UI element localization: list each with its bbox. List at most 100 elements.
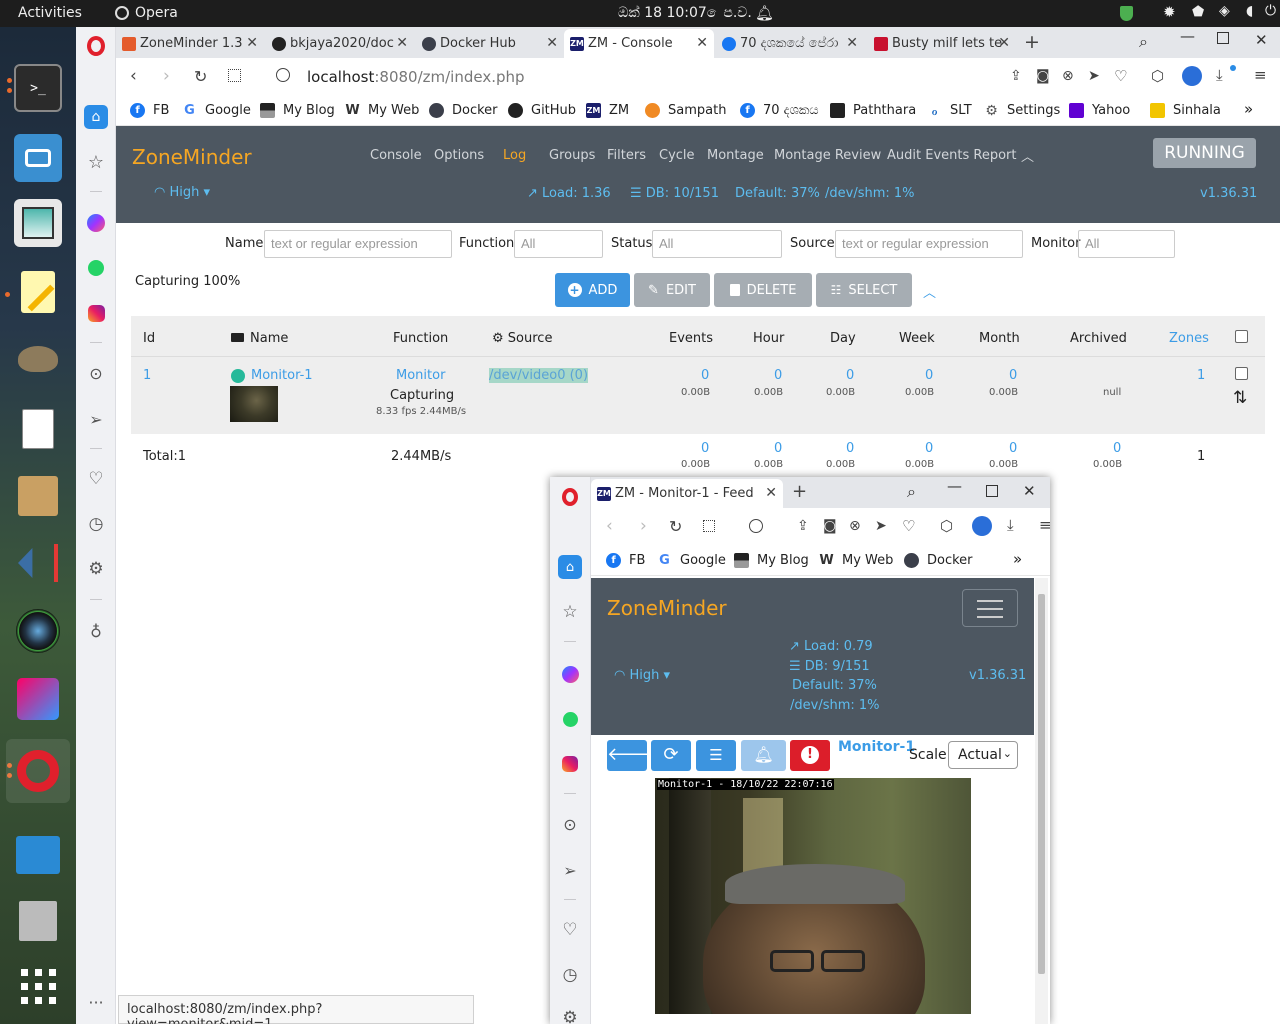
tab-zoneminder[interactable]: ZoneMinder 1.3 ✕ <box>116 29 264 58</box>
share-icon[interactable]: ⇪ <box>1010 68 1022 84</box>
collapse-chevron-up-icon[interactable]: ︿ <box>1021 146 1034 165</box>
nav-log[interactable]: Log <box>503 148 526 163</box>
monitor-name-link[interactable]: Monitor-1 <box>251 368 313 383</box>
restore-icon[interactable] <box>1217 32 1229 44</box>
player-icon[interactable]: ⊙ <box>558 812 582 836</box>
bookmark-google[interactable]: G Google <box>182 103 251 118</box>
home-icon[interactable]: ⌂ <box>558 555 582 579</box>
close-window-icon[interactable]: ✕ <box>1023 482 1036 500</box>
day-count[interactable]: 0 <box>846 368 854 383</box>
bookmark-my-blog[interactable]: My Blog <box>734 553 809 568</box>
tab-close-icon[interactable]: ✕ <box>546 35 558 51</box>
live-video-feed[interactable]: Monitor-1 - 18/10/22 22:07:16 <box>655 778 971 1014</box>
files-icon[interactable] <box>14 831 62 879</box>
bookmark-heart-icon[interactable]: ♡ <box>902 517 915 535</box>
filter-status-select[interactable]: All <box>652 230 782 258</box>
notes-icon[interactable] <box>14 405 62 453</box>
easy-setup-icon[interactable]: ≡ <box>1039 516 1052 534</box>
col-source[interactable]: ⚙ Source <box>492 331 552 346</box>
nav-cycle[interactable]: Cycle <box>659 148 695 163</box>
send-to-icon[interactable]: ➤ <box>875 518 887 534</box>
reload-icon[interactable]: ↻ <box>669 517 682 536</box>
messenger-icon[interactable] <box>558 662 582 686</box>
volume-icon[interactable]: ◖ <box>1246 3 1253 19</box>
col-archived[interactable]: Archived <box>1070 331 1127 346</box>
col-month[interactable]: Month <box>979 331 1020 346</box>
minimize-icon[interactable]: — <box>947 477 962 495</box>
bookmark-70-dashakaya[interactable]: f 70 දශකය <box>740 103 819 118</box>
history-clock-icon[interactable]: ◷ <box>84 512 108 536</box>
site-info-globe-icon[interactable] <box>749 519 763 533</box>
zm-brand[interactable]: ZoneMinder <box>607 596 727 620</box>
monitor-id-link[interactable]: 1 <box>143 368 151 383</box>
instagram-icon[interactable] <box>84 301 108 325</box>
tab-zm-console[interactable]: ZM ZM - Console ✕ <box>564 29 714 58</box>
select-button[interactable]: ☷ SELECT <box>816 273 912 307</box>
tab-close-icon[interactable]: ✕ <box>765 485 777 501</box>
total-day-count[interactable]: 0 <box>846 441 854 456</box>
tab-search-icon[interactable]: ⌕ <box>1139 32 1148 52</box>
tab-zm-monitor-feed[interactable]: ZM ZM - Monitor-1 - Feed ✕ <box>591 479 783 508</box>
more-bookmarks-chevron-icon[interactable]: » <box>1013 550 1022 568</box>
more-dots-icon[interactable]: ··· <box>84 990 108 1014</box>
maximize-icon[interactable] <box>986 485 998 497</box>
total-events-count[interactable]: 0 <box>701 441 709 456</box>
navbar-toggler-hamburger-icon[interactable] <box>962 589 1018 627</box>
tab-facebook[interactable]: 70 දශකයේ පේරා ✕ <box>716 29 864 58</box>
add-button[interactable]: + ADD <box>555 273 630 307</box>
camera-app-icon[interactable] <box>14 134 62 182</box>
monitor-name-link[interactable]: Monitor-1 <box>838 739 915 755</box>
collapse-chevron-up-icon[interactable]: ︿ <box>923 282 936 301</box>
text-editor-icon[interactable] <box>14 268 62 316</box>
col-zones[interactable]: Zones <box>1169 331 1209 346</box>
monitor-function-link[interactable]: Monitor <box>396 368 445 383</box>
settings-gear-icon[interactable]: ⚙ <box>558 1006 582 1024</box>
messenger-icon[interactable] <box>84 211 108 235</box>
nav-console[interactable]: Console <box>370 148 422 163</box>
col-function[interactable]: Function <box>393 331 448 346</box>
adblock-icon[interactable]: ⊗ <box>849 518 861 534</box>
tab-video-site[interactable]: Busty milf lets te ✕ <box>868 29 1016 58</box>
back-icon[interactable]: ‹ <box>130 66 137 86</box>
whatsapp-icon[interactable] <box>84 256 108 280</box>
select-all-checkbox[interactable] <box>1235 330 1248 343</box>
gimp-icon[interactable] <box>14 335 62 383</box>
tab-close-icon[interactable]: ✕ <box>246 35 258 51</box>
col-events[interactable]: Events <box>669 331 713 346</box>
opera-browser-icon[interactable] <box>6 739 70 803</box>
app-menu[interactable]: Opera <box>135 5 178 21</box>
week-count[interactable]: 0 <box>925 368 933 383</box>
total-month-count[interactable]: 0 <box>1009 441 1017 456</box>
home-icon[interactable]: ⌂ <box>84 105 108 129</box>
share-icon[interactable]: ⇪ <box>797 518 809 534</box>
clock[interactable]: ඔක් 18 10:07 ෙප.ව. <box>618 5 752 21</box>
image-viewer-icon[interactable] <box>14 199 62 247</box>
vpn-icon[interactable]: ⬟ <box>1192 4 1204 20</box>
force-alarm-button[interactable]: ! <box>790 740 830 771</box>
bookmark-sinhala[interactable]: Sinhala <box>1150 103 1221 118</box>
heart-icon[interactable]: ♡ <box>84 467 108 491</box>
adblock-icon[interactable]: ⊗ <box>1062 68 1074 84</box>
easy-setup-icon[interactable]: ≡ <box>1254 66 1267 84</box>
run-state-button[interactable]: RUNNING <box>1153 138 1256 168</box>
bookmark-zm[interactable]: ZM ZM <box>586 103 629 118</box>
network-icon[interactable]: ◈ <box>1219 3 1230 19</box>
opera-menu-icon[interactable] <box>558 485 582 509</box>
activities-button[interactable]: Activities <box>18 5 82 21</box>
zones-count-link[interactable]: 1 <box>1197 368 1205 383</box>
image-editor-icon[interactable] <box>14 675 62 723</box>
monitor-thumbnail[interactable] <box>230 386 278 422</box>
new-tab-plus-icon[interactable]: + <box>1024 31 1040 53</box>
extensions-cube-icon[interactable]: ⬡ <box>940 517 953 535</box>
document-scanner-icon[interactable] <box>14 897 62 945</box>
tab-close-icon[interactable]: ✕ <box>696 35 708 51</box>
bookmark-my-blog[interactable]: My Blog <box>260 103 335 118</box>
archive-manager-icon[interactable] <box>14 472 62 520</box>
opera-menu-icon[interactable] <box>84 34 108 58</box>
tab-github[interactable]: bkjaya2020/doc ✕ <box>266 29 414 58</box>
power-icon[interactable]: ⏻ <box>1265 3 1276 19</box>
col-id[interactable]: Id <box>143 331 155 346</box>
bookmark-my-web[interactable]: W My Web <box>345 103 419 118</box>
brightness-icon[interactable]: ✹ <box>1163 3 1176 21</box>
filter-name-input[interactable]: text or regular expression <box>264 230 452 258</box>
